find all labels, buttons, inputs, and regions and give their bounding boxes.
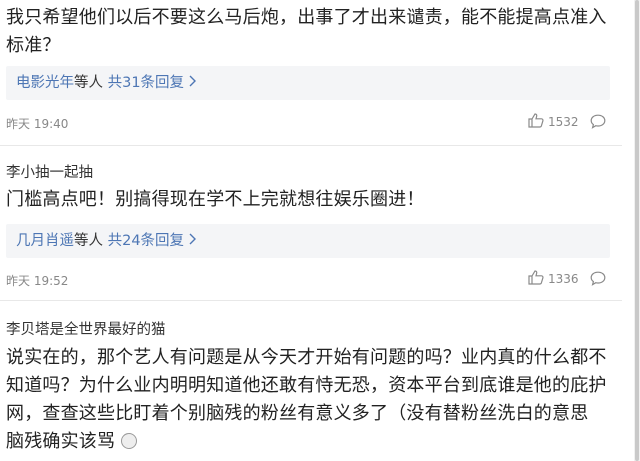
comment-time: 昨天 19:52 — [6, 274, 69, 288]
comment-author[interactable]: 李贝塔是全世界最好的猫 — [6, 318, 166, 339]
like-button[interactable]: 1532 — [528, 113, 579, 131]
comment-author[interactable]: 李小抽一起抽 — [6, 161, 93, 182]
like-button[interactable]: 1336 — [528, 270, 579, 288]
thumbs-up-icon — [528, 113, 548, 131]
chevron-right-icon — [189, 66, 197, 100]
comment-item: 李小抽一起抽 门槛高点吧！别搞得现在学不上完就想往娱乐圈进！ 几月肖遥等人 共2… — [0, 146, 622, 298]
reply-user-link[interactable]: 几月肖遥 — [16, 233, 74, 249]
comment-text: 说实在的，那个艺人有问题是从今天才开始有问题的吗？业内真的什么都不知道吗？为什么… — [6, 344, 610, 456]
scrollbar[interactable] — [634, 0, 640, 461]
like-count: 1336 — [548, 272, 579, 286]
reply-count-link[interactable]: 共31条回复 — [108, 75, 184, 91]
comment-bubble-icon[interactable] — [590, 271, 606, 290]
comment-time: 昨天 19:40 — [6, 117, 69, 131]
emoji-icon — [121, 433, 138, 449]
reply-summary[interactable]: 几月肖遥等人 共24条回复 — [6, 224, 610, 258]
thumbs-up-icon — [528, 270, 548, 288]
reply-user-link[interactable]: 电影光年 — [16, 75, 74, 91]
reply-mid-text: 等人 — [74, 75, 103, 91]
reply-mid-text: 等人 — [74, 233, 103, 249]
reply-count-link[interactable]: 共24条回复 — [108, 233, 184, 249]
chevron-right-icon — [189, 224, 197, 258]
comment-bubble-icon[interactable] — [590, 114, 606, 133]
comment-text-content: 说实在的，那个艺人有问题是从今天才开始有问题的吗？业内真的什么都不知道吗？为什么… — [6, 347, 607, 452]
like-count: 1532 — [548, 115, 579, 129]
comment-text: 我只希望他们以后不要这么马后炮，出事了才出来谴责，能不能提高点准入标准？ — [6, 7, 607, 56]
comment-text: 门槛高点吧！别搞得现在学不上完就想往娱乐圈进！ — [6, 189, 425, 210]
scrollbar-thumb[interactable] — [635, 0, 639, 461]
comment-item: 李贝塔是全世界最好的猫 说实在的，那个艺人有问题是从今天才开始有问题的吗？业内真… — [0, 301, 622, 461]
reply-summary[interactable]: 电影光年等人 共31条回复 — [6, 66, 610, 100]
comment-item: 我只希望他们以后不要这么马后炮，出事了才出来谴责，能不能提高点准入标准？ 电影光… — [0, 0, 622, 150]
